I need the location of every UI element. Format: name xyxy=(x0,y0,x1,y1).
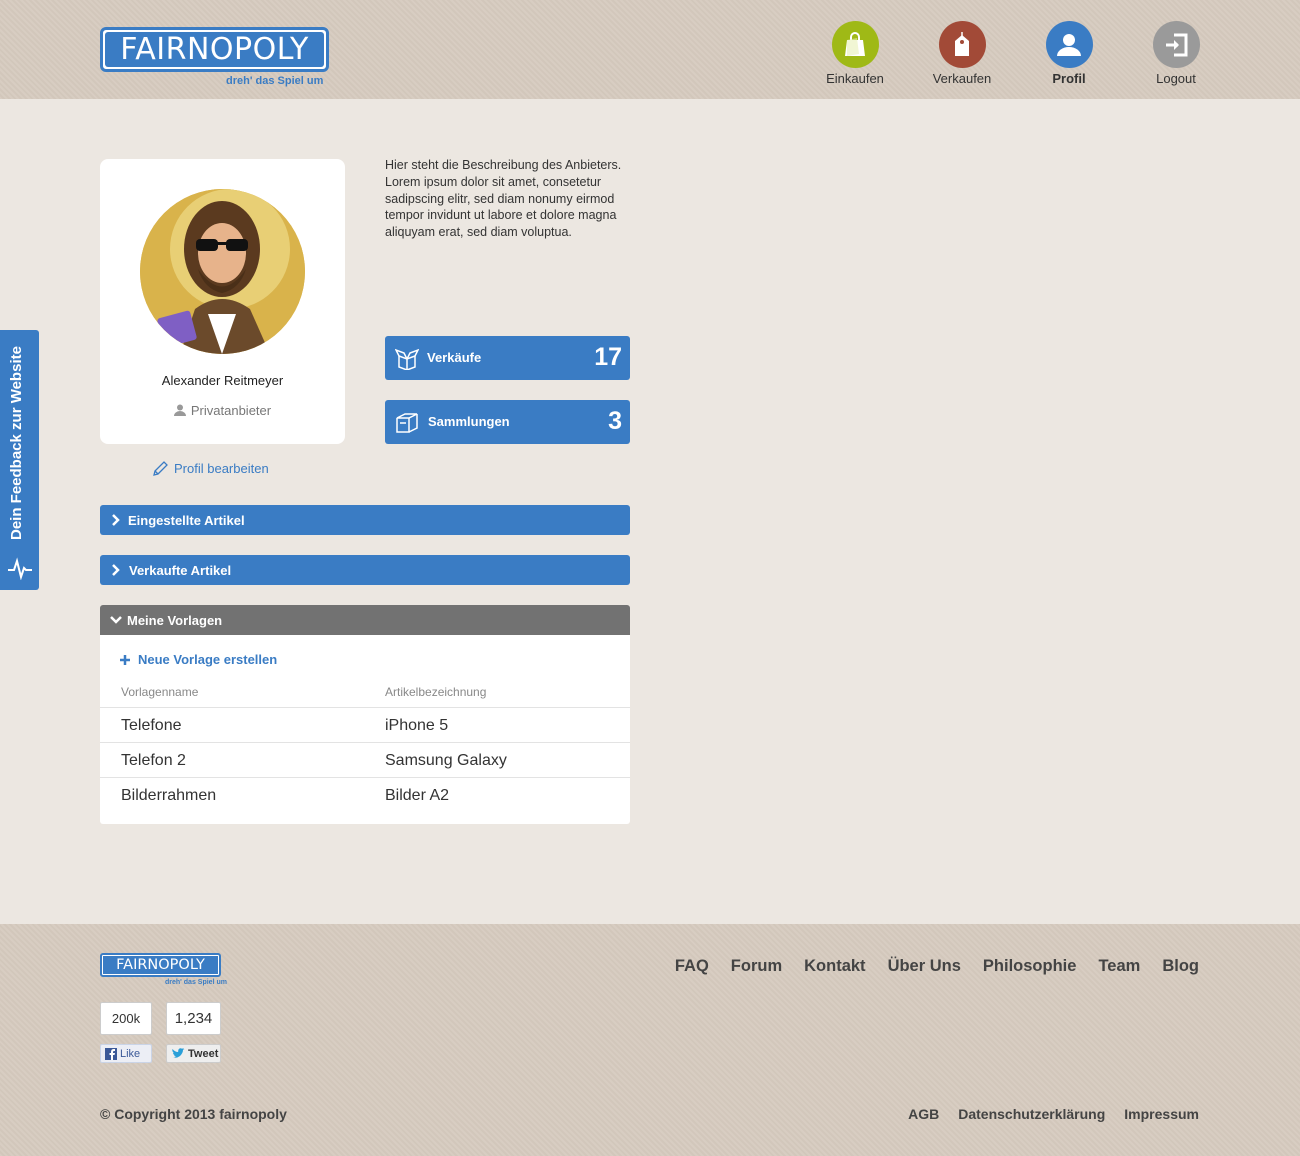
chevron-down-icon xyxy=(110,616,122,624)
profile-type-label: Privatanbieter xyxy=(190,403,272,418)
chevron-right-icon xyxy=(112,514,120,526)
twitter-icon xyxy=(172,1047,185,1058)
footer-link-agb[interactable]: AGB xyxy=(908,1106,939,1122)
nav-verkaufen[interactable]: Verkaufen xyxy=(917,21,1007,86)
section-verkaufte-artikel[interactable]: Verkaufte Artikel xyxy=(100,555,630,585)
closed-box-icon xyxy=(396,413,418,433)
tweet-button[interactable]: Tweet xyxy=(166,1044,221,1063)
feedback-tab[interactable]: Dein Feedback zur Website xyxy=(0,330,39,590)
template-name: Bilderrahmen xyxy=(121,787,217,804)
template-article: iPhone 5 xyxy=(385,717,449,734)
nav-logout[interactable]: Logout xyxy=(1131,21,1221,86)
nav-label: Verkaufen xyxy=(932,71,992,86)
footer-link-forum[interactable]: Forum xyxy=(731,957,782,976)
logo-tagline: dreh' das Spiel um xyxy=(226,75,324,87)
profile-type: Privatanbieter xyxy=(100,403,345,418)
nav-label: Logout xyxy=(1156,71,1196,86)
nav-label: Profil xyxy=(1052,71,1086,86)
chevron-right-icon xyxy=(112,564,120,576)
open-box-icon xyxy=(395,348,419,370)
footer-link-philosophie[interactable]: Philosophie xyxy=(983,957,1077,976)
footer-link-kontakt[interactable]: Kontakt xyxy=(804,957,865,976)
plus-icon xyxy=(120,654,130,665)
footer-link-team[interactable]: Team xyxy=(1098,957,1140,976)
section-meine-vorlagen[interactable]: Meine Vorlagen xyxy=(100,605,630,635)
footer-logo-text: FAIRNOPOLY xyxy=(103,956,218,974)
stat-value: 3 xyxy=(608,407,622,435)
site-footer: FAIRNOPOLY dreh' das Spiel um FAQ Forum … xyxy=(0,924,1300,1156)
section-eingestellte-artikel[interactable]: Eingestellte Artikel xyxy=(100,505,630,535)
facebook-like-count: 200k xyxy=(100,1002,152,1035)
column-header-name: Vorlagenname xyxy=(121,685,199,699)
facebook-icon xyxy=(105,1047,117,1060)
user-icon xyxy=(173,404,186,416)
stat-sammlungen[interactable]: Sammlungen 3 xyxy=(385,400,630,444)
footer-link-ueber-uns[interactable]: Über Uns xyxy=(888,957,961,976)
footer-link-faq[interactable]: FAQ xyxy=(675,957,709,976)
tweet-label: Tweet xyxy=(188,1047,219,1060)
shopping-bag-icon xyxy=(831,21,879,68)
pencil-icon xyxy=(153,461,168,476)
site-logo[interactable]: FAIRNOPOLY xyxy=(100,27,329,72)
column-header-article: Artikelbezeichnung xyxy=(385,685,487,699)
template-article: Samsung Galaxy xyxy=(385,752,507,769)
stat-label: Sammlungen xyxy=(428,414,510,429)
user-icon xyxy=(1045,21,1093,68)
section-label: Meine Vorlagen xyxy=(127,613,223,628)
tweet-count: 1,234 xyxy=(166,1002,221,1035)
stat-verkaeufe[interactable]: Verkäufe 17 xyxy=(385,336,630,380)
edit-profile-label: Profil bearbeiten xyxy=(174,461,269,476)
templates-panel: Neue Vorlage erstellen Vorlagenname Arti… xyxy=(100,635,630,824)
footer-tagline: dreh' das Spiel um xyxy=(165,979,227,986)
logo-text: FAIRNOPOLY xyxy=(105,32,324,67)
like-label: Like xyxy=(120,1047,141,1060)
edit-profile-link[interactable]: Profil bearbeiten xyxy=(152,460,269,477)
logout-icon xyxy=(1152,21,1200,68)
footer-logo[interactable]: FAIRNOPOLY xyxy=(100,953,221,977)
profile-name: Alexander Reitmeyer xyxy=(161,373,284,388)
facebook-like-button[interactable]: Like xyxy=(100,1044,152,1063)
table-row[interactable]: Telefone iPhone 5 xyxy=(100,707,630,742)
nav-einkaufen[interactable]: Einkaufen xyxy=(810,21,900,86)
footer-nav: FAQ Forum Kontakt Über Uns Philosophie T… xyxy=(675,957,1199,976)
legal-nav: AGB Datenschutzerklärung Impressum xyxy=(908,1106,1199,1122)
profile-card: Alexander Reitmeyer Privatanbieter xyxy=(100,159,345,444)
seller-description: Hier steht die Beschreibung des Anbi­ete… xyxy=(385,158,622,240)
copyright: © Copyright 2013 fairnopoly xyxy=(100,1106,287,1122)
stat-value: 17 xyxy=(594,343,622,371)
template-name: Telefone xyxy=(121,717,182,734)
price-tag-icon xyxy=(938,21,986,68)
pulse-icon xyxy=(8,557,32,580)
template-name: Telefon 2 xyxy=(121,752,186,769)
avatar xyxy=(140,189,305,354)
section-label: Verkaufte Artikel xyxy=(129,563,232,578)
footer-link-datenschutz[interactable]: Datenschutzerklärung xyxy=(958,1106,1105,1122)
new-template-button[interactable]: Neue Vorlage erstellen xyxy=(119,652,277,667)
nav-profil[interactable]: Profil xyxy=(1024,21,1114,86)
section-label: Eingestellte Artikel xyxy=(128,513,245,528)
new-template-label: Neue Vorlage erstellen xyxy=(138,652,278,667)
nav-label: Einkaufen xyxy=(826,71,884,86)
template-article: Bilder A2 xyxy=(385,787,450,804)
feedback-label: Dein Feedback zur Website xyxy=(8,346,25,540)
table-row[interactable]: Telefon 2 Samsung Galaxy xyxy=(100,742,630,777)
footer-link-impressum[interactable]: Impressum xyxy=(1124,1106,1199,1122)
table-row[interactable]: Bilderrahmen Bilder A2 xyxy=(100,777,630,812)
stat-label: Verkäufe xyxy=(427,350,482,365)
footer-link-blog[interactable]: Blog xyxy=(1162,957,1199,976)
site-header: FAIRNOPOLY dreh' das Spiel um Einkaufen … xyxy=(0,0,1300,99)
